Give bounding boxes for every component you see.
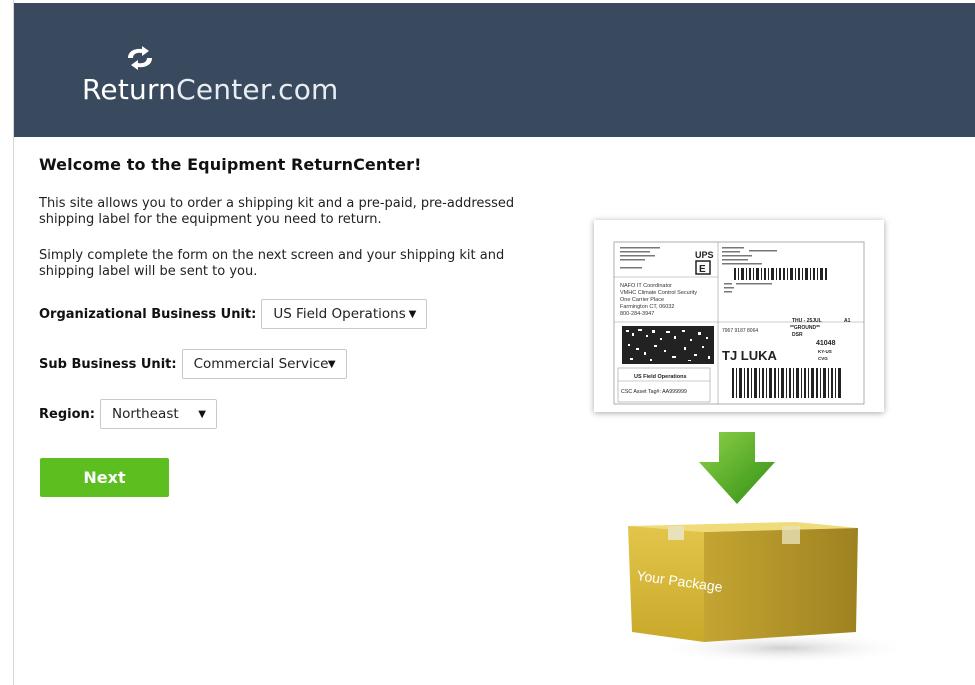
org-unit-row: Organizational Business Unit: US Field O… bbox=[39, 299, 519, 329]
address-line-4: Farmington CT, 06032 bbox=[620, 304, 674, 310]
label-box-title: US Field Operations bbox=[634, 374, 687, 380]
package-box-image: Your Package bbox=[628, 522, 914, 664]
tracking-short: 7967 9187 8064 bbox=[722, 328, 758, 334]
org-unit-label: Organizational Business Unit: bbox=[39, 306, 257, 322]
priority-code: A1 bbox=[844, 318, 851, 324]
org-unit-select[interactable]: US Field Operations ▼ bbox=[261, 299, 428, 329]
shipping-label-image: UPS E NAFO IT Coordinator VMHC Climate C… bbox=[594, 220, 884, 412]
chevron-down-icon: ▼ bbox=[198, 409, 206, 420]
logo-text-light: Center.com bbox=[176, 73, 339, 106]
airport-code: CVG bbox=[818, 356, 828, 361]
region-select[interactable]: Northeast ▼ bbox=[99, 399, 217, 429]
destination-state: KY-US bbox=[818, 349, 832, 354]
returncenter-logo[interactable]: ReturnCenter.com bbox=[82, 45, 362, 115]
sub-unit-label: Sub Business Unit: bbox=[39, 356, 177, 372]
ship-date: THU - 25JUL bbox=[792, 318, 822, 324]
intro-paragraph: This site allows you to order a shipping… bbox=[39, 196, 515, 227]
region-value: Northeast bbox=[111, 406, 179, 422]
address-line-2: VMHC Climate Control Security bbox=[620, 290, 697, 296]
page-title: Welcome to the Equipment ReturnCenter! bbox=[39, 155, 422, 174]
chevron-down-icon: ▼ bbox=[408, 309, 417, 320]
sub-unit-row: Sub Business Unit: Commercial Service ▼ bbox=[39, 349, 519, 379]
ground-service: **GROUND** bbox=[790, 325, 820, 331]
next-button[interactable]: Next bbox=[40, 458, 169, 497]
site-header: ReturnCenter.com bbox=[14, 3, 975, 137]
destination-code: 41048 bbox=[816, 340, 836, 347]
ups-carrier-text: UPS bbox=[695, 250, 714, 260]
asset-tag-text: CSC Asset Tag#: AA999999 bbox=[621, 389, 687, 395]
region-label: Region: bbox=[39, 406, 95, 422]
sub-unit-select[interactable]: Commercial Service ▼ bbox=[181, 349, 347, 379]
return-arrows-icon bbox=[128, 46, 152, 70]
logo-text-bold: Return bbox=[82, 73, 177, 106]
logo-wordmark: ReturnCenter.com bbox=[82, 73, 339, 106]
shipping-label-graphic: UPS E NAFO IT Coordinator VMHC Climate C… bbox=[613, 241, 865, 405]
return-process-illustration: UPS E NAFO IT Coordinator VMHC Climate C… bbox=[594, 220, 914, 670]
destination-name: TJ LUKA bbox=[722, 348, 778, 363]
address-line-1: NAFO IT Coordinator bbox=[620, 283, 672, 289]
down-arrow-icon bbox=[699, 432, 775, 504]
address-line-5: 800-284-3947 bbox=[620, 311, 654, 317]
region-row: Region: Northeast ▼ bbox=[39, 399, 519, 429]
instructions-paragraph: Simply complete the form on the next scr… bbox=[39, 248, 505, 279]
address-line-3: One Carrier Place bbox=[620, 297, 664, 303]
dsr-code: DSR bbox=[792, 332, 803, 338]
sub-unit-value: Commercial Service bbox=[193, 356, 329, 372]
bottom-barcode bbox=[732, 368, 841, 398]
chevron-down-icon: ▼ bbox=[327, 359, 336, 370]
org-unit-value: US Field Operations bbox=[273, 306, 406, 322]
main-content: Welcome to the Equipment ReturnCenter! T… bbox=[39, 150, 519, 429]
ups-service-letter: E bbox=[699, 264, 706, 275]
